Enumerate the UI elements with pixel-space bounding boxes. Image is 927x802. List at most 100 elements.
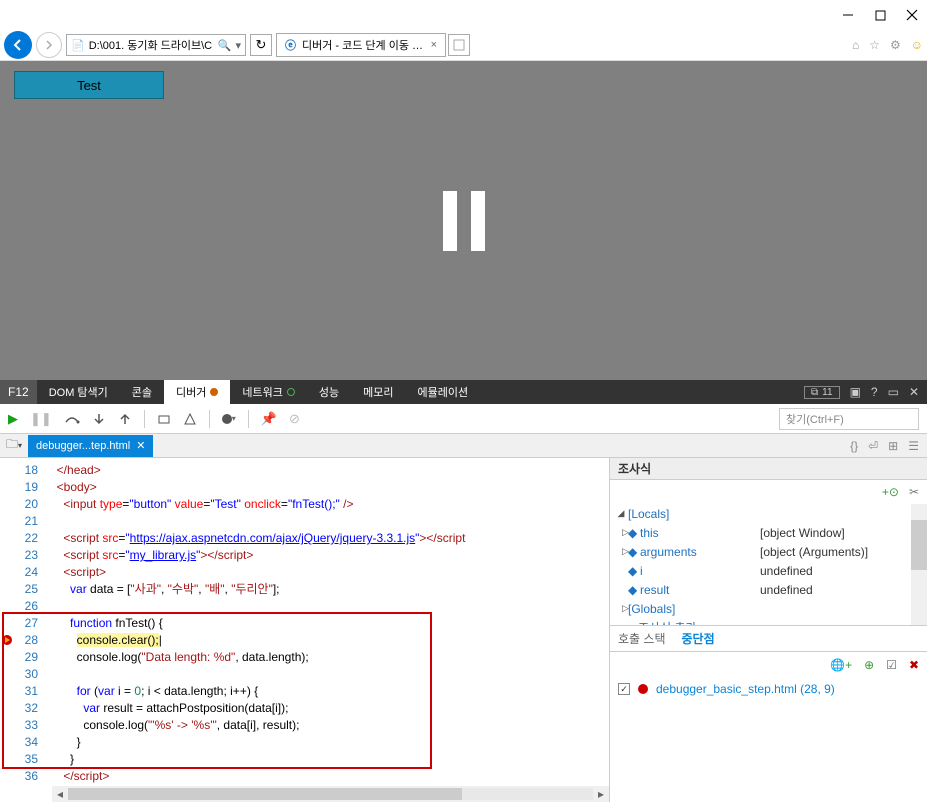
code-line[interactable]: 23 <script src="my_library.js"></script>	[0, 547, 609, 564]
breakpoint-dot-icon	[638, 684, 648, 694]
new-tab-button[interactable]	[448, 34, 470, 56]
maximize-button[interactable]	[873, 8, 887, 22]
pretty-print-icon[interactable]: {}	[850, 439, 858, 453]
browser-tab[interactable]: ⓔ 디버거 - 코드 단계 이동 기... ×	[276, 33, 446, 57]
emoji-icon[interactable]: ☺	[911, 38, 923, 52]
browser-toolbar-right: ⌂ ☆ ⚙ ☺	[852, 38, 923, 52]
code-line[interactable]: 36 </script>	[0, 768, 609, 785]
break-exception-button[interactable]	[183, 412, 197, 426]
code-line[interactable]: 25 var data = ["사과", "수박", "배", "두리안"];	[0, 581, 609, 598]
tab-strip: ⓔ 디버거 - 코드 단계 이동 기... ×	[276, 33, 470, 57]
address-text: D:\001. 동기화 드라이브\C	[89, 37, 214, 53]
step-into-button[interactable]	[92, 412, 106, 426]
code-editor[interactable]: 18 </head>19 <body>20 <input type="butto…	[0, 458, 609, 802]
code-line[interactable]: 20 <input type="button" value="Test" onc…	[0, 496, 609, 513]
nav-back-button[interactable]	[4, 31, 32, 59]
break-new-worker-button[interactable]	[157, 412, 171, 426]
watch-variable-row[interactable]: ◆iundefined	[610, 561, 927, 580]
watch-variable-row[interactable]: ▷◆arguments[object (Arguments)]	[610, 542, 927, 561]
document-tab-close-icon[interactable]: ✕	[136, 439, 145, 452]
pause-button[interactable]: ❚❚	[30, 411, 52, 427]
continue-button[interactable]: ▶	[8, 411, 18, 427]
refresh-button[interactable]: ↻	[250, 34, 272, 56]
code-line[interactable]: 24 <script>	[0, 564, 609, 581]
error-count-badge[interactable]: ⧉ 11	[804, 386, 840, 399]
favorites-icon[interactable]: ☆	[869, 38, 880, 52]
watch-body: ◢ [Locals] ▷◆this[object Window]▷◆argume…	[610, 504, 927, 626]
watch-variable-row[interactable]: ◆resultundefined	[610, 580, 927, 599]
breakpoints-list: ✓ debugger_basic_step.html (28, 9)	[610, 678, 927, 700]
tab-console[interactable]: 콘솔	[120, 380, 164, 404]
breakpoint-item[interactable]: ✓ debugger_basic_step.html (28, 9)	[618, 682, 919, 696]
pause-overlay-icon	[443, 191, 485, 251]
step-out-button[interactable]	[118, 412, 132, 426]
code-line[interactable]: 22 <script src="https://ajax.aspnetcdn.c…	[0, 530, 609, 547]
dropdown-icon[interactable]: ▾	[235, 39, 241, 52]
window-chrome	[0, 0, 927, 30]
just-my-code-button[interactable]: ⊘	[289, 411, 300, 427]
breakpoint-label: debugger_basic_step.html (28, 9)	[656, 682, 835, 696]
address-input[interactable]: 📄 D:\001. 동기화 드라이브\C 🔍 ▾	[66, 34, 246, 56]
toggle-all-bp-icon[interactable]: ☑	[886, 658, 897, 672]
add-watch-icon[interactable]: +⊙	[882, 485, 899, 499]
document-tab[interactable]: debugger...tep.html ✕	[28, 435, 153, 457]
globals-group[interactable]: ▷ [Globals]	[610, 599, 927, 618]
add-watch-link[interactable]: 조사식 추가	[610, 618, 927, 626]
watch-toolbar: +⊙ ✂	[610, 480, 927, 504]
dock-icon[interactable]: ▭	[888, 385, 899, 399]
breakpoint-checkbox[interactable]: ✓	[618, 683, 630, 695]
tab-dom-explorer[interactable]: DOM 탐색기	[37, 380, 120, 404]
tab-title: 디버거 - 코드 단계 이동 기...	[302, 37, 425, 53]
tab-memory[interactable]: 메모리	[351, 380, 405, 404]
delete-all-bp-icon[interactable]: ✖	[909, 658, 919, 672]
pin-button[interactable]: 📌	[261, 411, 277, 427]
word-wrap-icon[interactable]: ⏎	[868, 439, 878, 453]
console-toggle-icon[interactable]: ▣	[850, 385, 861, 399]
horizontal-scrollbar[interactable]: ◂▸	[52, 786, 609, 802]
breakpoints-toolbar: 🌐+ ⊕ ☑ ✖	[610, 652, 927, 678]
ie-icon: ⓔ	[285, 37, 296, 53]
watch-panel-header: 조사식	[610, 458, 927, 480]
tab-close-icon[interactable]: ×	[431, 39, 437, 51]
watch-scrollbar[interactable]	[911, 504, 927, 625]
search-icon[interactable]: 🔍	[218, 39, 232, 52]
document-tab-label: debugger...tep.html	[36, 440, 130, 452]
devtools-close-icon[interactable]: ✕	[909, 385, 919, 399]
add-xhr-bp-icon[interactable]: ⊕	[864, 658, 874, 672]
minimize-button[interactable]	[841, 8, 855, 22]
side-panels: 조사식 +⊙ ✂ ◢ [Locals] ▷◆this[object Window…	[609, 458, 927, 802]
help-icon[interactable]: ?	[871, 385, 878, 399]
source-map-icon[interactable]: ⊞	[888, 439, 898, 453]
code-line[interactable]: 21	[0, 513, 609, 530]
document-tab-strip: 🗀▾ debugger...tep.html ✕ {} ⏎ ⊞ ☰	[0, 434, 927, 458]
breakpoint-marker-icon[interactable]	[0, 633, 14, 647]
find-input[interactable]: 찾기(Ctrl+F)	[779, 408, 919, 430]
add-event-bp-icon[interactable]: 🌐+	[830, 658, 852, 672]
open-file-button[interactable]: 🗀▾	[0, 435, 28, 456]
watch-variable-row[interactable]: ▷◆this[object Window]	[610, 523, 927, 542]
code-line[interactable]: 19 <body>	[0, 479, 609, 496]
test-button[interactable]: Test	[14, 71, 164, 99]
delete-watch-icon[interactable]: ✂	[909, 485, 919, 499]
code-line[interactable]: 18 </head>	[0, 462, 609, 479]
bottom-panel-tabs: 호출 스택 중단점	[610, 626, 927, 652]
tab-performance[interactable]: 성능	[307, 380, 351, 404]
tab-network[interactable]: 네트워크	[230, 380, 306, 404]
home-icon[interactable]: ⌂	[852, 38, 859, 52]
settings-icon[interactable]: ⚙	[890, 38, 901, 52]
step-over-button[interactable]	[64, 412, 80, 426]
devtools: F12 DOM 탐색기 콘솔 디버거 네트워크 성능 메모리 에뮬레이션 ⧉ 1…	[0, 380, 927, 802]
locals-group[interactable]: ◢ [Locals]	[610, 504, 927, 523]
tab-callstack[interactable]: 호출 스택	[618, 630, 666, 647]
nav-forward-button[interactable]	[36, 32, 62, 58]
tab-breakpoints[interactable]: 중단점	[682, 630, 715, 647]
highlight-box	[2, 612, 432, 769]
tab-emulation[interactable]: 에뮬레이션	[406, 380, 481, 404]
breakpoints-toggle-button[interactable]: ▾	[222, 414, 236, 424]
close-button[interactable]	[905, 8, 919, 22]
options-icon[interactable]: ☰	[908, 439, 919, 453]
f12-label: F12	[0, 380, 37, 404]
devtools-tab-strip: F12 DOM 탐색기 콘솔 디버거 네트워크 성능 메모리 에뮬레이션 ⧉ 1…	[0, 380, 927, 404]
debugger-toolbar: ▶ ❚❚ ▾ 📌 ⊘ 찾기(Ctrl+F)	[0, 404, 927, 434]
tab-debugger[interactable]: 디버거	[164, 380, 230, 404]
